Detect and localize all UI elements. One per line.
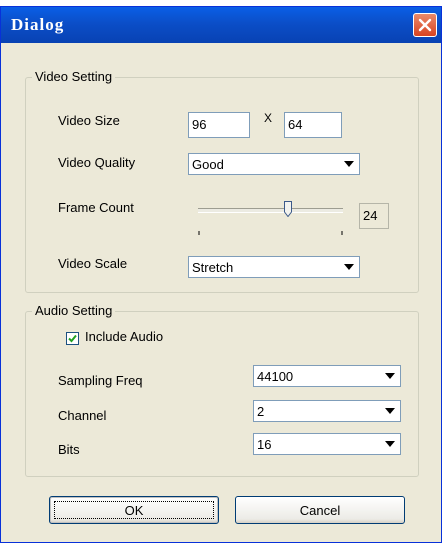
- video-scale-select[interactable]: Stretch: [188, 256, 360, 278]
- cancel-button[interactable]: Cancel: [235, 496, 405, 524]
- window-title: Dialog: [11, 15, 65, 34]
- video-quality-label: Video Quality: [58, 155, 136, 170]
- include-audio-checkbox[interactable]: [66, 332, 79, 345]
- channel-value: 2: [257, 404, 265, 419]
- title-bar[interactable]: Dialog: [1, 7, 441, 43]
- slider-thumb[interactable]: [283, 201, 292, 217]
- checkmark-icon: [68, 334, 77, 343]
- sampling-freq-value: 44100: [257, 369, 294, 384]
- focus-rect: [54, 501, 214, 519]
- channel-label: Channel: [58, 408, 107, 423]
- frame-count-label: Frame Count: [58, 200, 134, 215]
- channel-select[interactable]: 2: [253, 400, 401, 422]
- close-button[interactable]: [413, 13, 437, 37]
- chevron-down-icon[interactable]: [341, 156, 357, 172]
- chevron-down-icon[interactable]: [382, 436, 398, 452]
- close-icon: [418, 18, 432, 32]
- video-scale-label: Video Scale: [58, 256, 128, 271]
- frame-count-value: 24: [359, 203, 389, 229]
- chevron-down-icon[interactable]: [341, 259, 357, 275]
- bits-label: Bits: [58, 442, 80, 457]
- bits-select[interactable]: 16: [253, 433, 401, 455]
- cancel-label: Cancel: [299, 502, 341, 518]
- bits-value: 16: [257, 437, 272, 452]
- include-audio-label[interactable]: Include Audio: [85, 329, 163, 344]
- video-setting-legend: Video Setting: [32, 69, 116, 84]
- video-size-label: Video Size: [58, 113, 120, 128]
- chevron-down-icon[interactable]: [382, 403, 398, 419]
- ok-button[interactable]: OK: [49, 496, 219, 524]
- video-height-input[interactable]: 64: [284, 112, 342, 138]
- video-quality-select[interactable]: Good: [188, 153, 360, 175]
- video-width-input[interactable]: 96: [188, 112, 250, 138]
- audio-setting-legend: Audio Setting: [32, 303, 116, 318]
- frame-count-slider[interactable]: [198, 208, 343, 213]
- sampling-freq-select[interactable]: 44100: [253, 365, 401, 387]
- dialog-window: Dialog Video Setting Video Size 96 X 64 …: [0, 6, 442, 543]
- video-size-x-separator: X: [264, 111, 273, 125]
- video-quality-value: Good: [192, 157, 224, 172]
- sampling-freq-label: Sampling Freq: [58, 373, 143, 388]
- chevron-down-icon[interactable]: [382, 368, 398, 384]
- video-scale-value: Stretch: [192, 260, 234, 275]
- slider-ticks: [198, 223, 343, 235]
